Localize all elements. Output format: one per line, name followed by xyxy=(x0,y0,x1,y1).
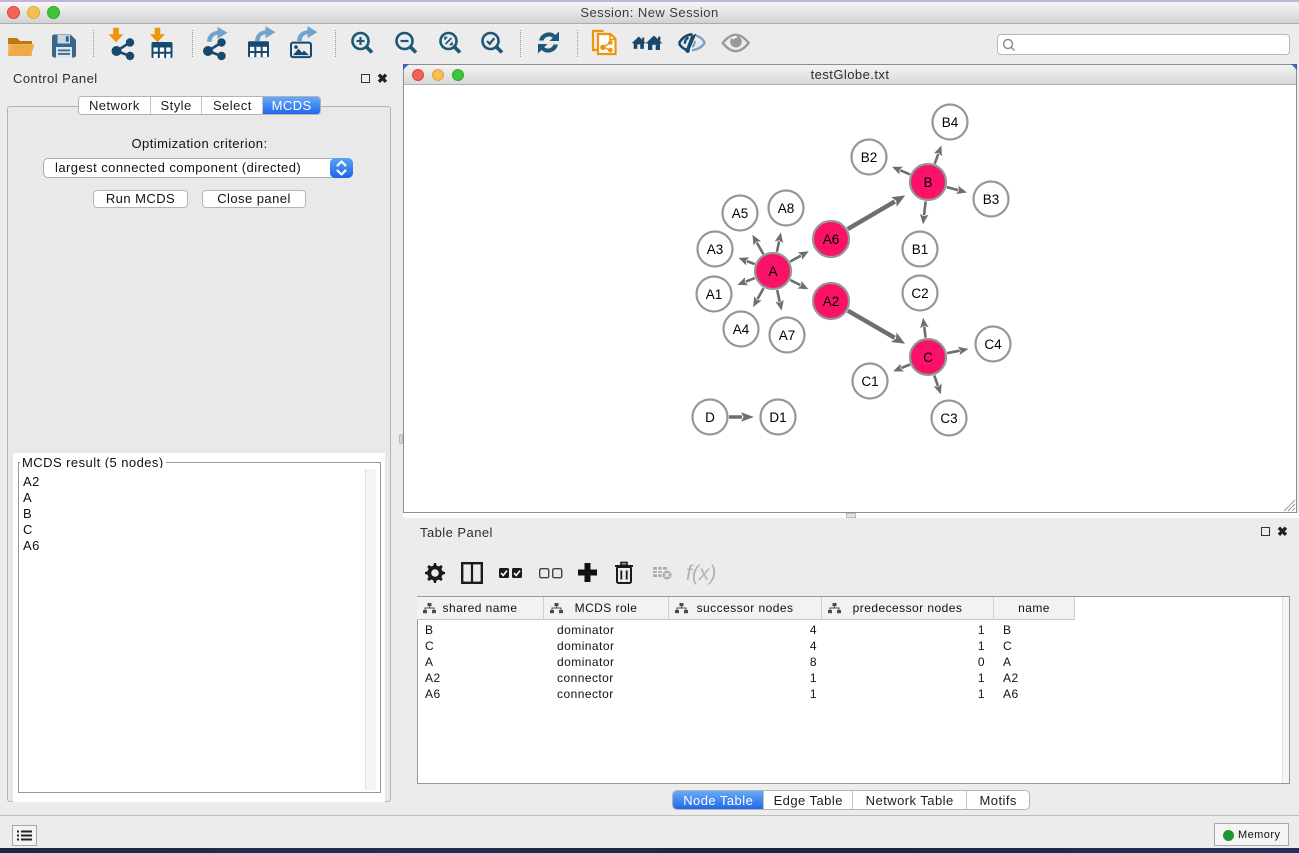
svg-text:A4: A4 xyxy=(733,322,750,337)
svg-text:C: C xyxy=(923,350,933,365)
svg-text:B1: B1 xyxy=(912,242,929,257)
svg-text:A6: A6 xyxy=(823,232,840,247)
svg-text:B3: B3 xyxy=(983,192,1000,207)
svg-text:B2: B2 xyxy=(861,150,878,165)
svg-text:A3: A3 xyxy=(707,242,724,257)
svg-text:C1: C1 xyxy=(861,374,878,389)
svg-text:f(x): f(x) xyxy=(686,562,716,585)
svg-text:B4: B4 xyxy=(942,115,959,130)
svg-text:A2: A2 xyxy=(823,294,840,309)
svg-text:C2: C2 xyxy=(911,286,928,301)
svg-text:A5: A5 xyxy=(732,206,749,221)
svg-text:A8: A8 xyxy=(778,201,795,216)
svg-text:A1: A1 xyxy=(706,287,723,302)
svg-text:D1: D1 xyxy=(769,410,786,425)
svg-text:D: D xyxy=(705,410,715,425)
svg-text:A: A xyxy=(768,264,777,279)
svg-text:A7: A7 xyxy=(779,328,796,343)
svg-text:B: B xyxy=(923,175,932,190)
svg-text:C4: C4 xyxy=(984,337,1002,352)
svg-text:C3: C3 xyxy=(940,411,957,426)
